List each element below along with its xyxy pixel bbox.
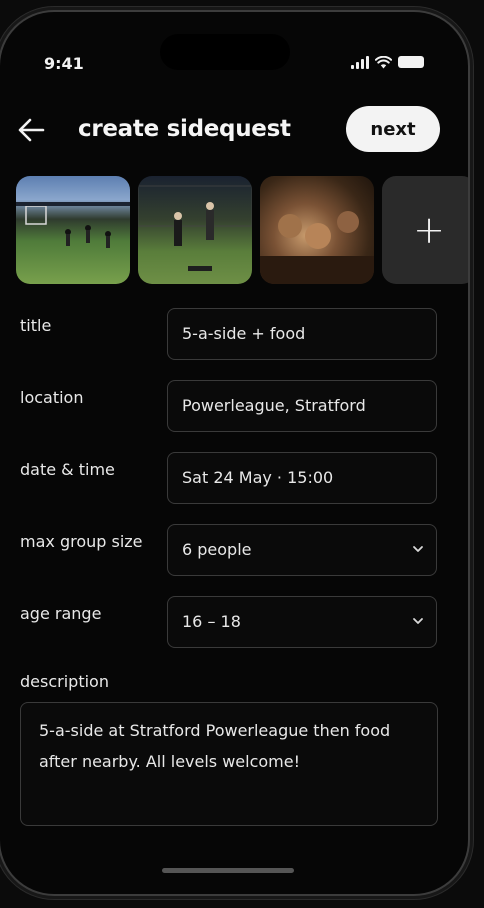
age-range-label: age range [20, 604, 102, 623]
group-size-select[interactable]: 6 people [167, 524, 437, 576]
photo-thumbnail[interactable] [138, 176, 252, 284]
location-label: location [20, 388, 84, 407]
photo-strip: + [16, 176, 468, 284]
page-title: create sidequest [78, 116, 291, 142]
group-size-value: 6 people [182, 540, 252, 559]
plus-icon: + [413, 208, 445, 252]
header: create sidequest next [16, 106, 440, 154]
chevron-down-icon [413, 618, 423, 624]
players-image [138, 185, 252, 271]
status-icons [351, 56, 424, 69]
description-textarea[interactable]: 5-a-side at Stratford Powerleague then f… [20, 702, 438, 826]
description-label: description [20, 672, 109, 691]
phone-frame: 9:41 create sidequest next + title 5-a-s… [0, 12, 468, 894]
title-input[interactable]: 5-a-side + food [167, 308, 437, 360]
title-label: title [20, 316, 52, 335]
datetime-input[interactable]: Sat 24 May · 15:00 [167, 452, 437, 504]
group-size-label: max group size [20, 532, 143, 551]
status-time: 9:41 [44, 54, 84, 73]
next-button[interactable]: next [346, 106, 440, 152]
group-food-image [260, 211, 374, 284]
datetime-label: date & time [20, 460, 115, 479]
chevron-down-icon [413, 546, 423, 552]
photo-thumbnail[interactable] [16, 176, 130, 284]
arrow-left-icon[interactable] [16, 114, 48, 146]
home-indicator[interactable] [162, 868, 294, 873]
dynamic-island [160, 34, 290, 70]
signal-icon [351, 56, 369, 69]
wifi-icon [375, 56, 392, 69]
add-photo-button[interactable]: + [382, 176, 468, 284]
age-range-select[interactable]: 16 – 18 [167, 596, 437, 648]
battery-icon [398, 56, 424, 68]
photo-thumbnail[interactable] [260, 176, 374, 284]
age-range-value: 16 – 18 [182, 612, 241, 631]
location-input[interactable]: Powerleague, Stratford [167, 380, 437, 432]
football-pitch-image [16, 202, 130, 248]
